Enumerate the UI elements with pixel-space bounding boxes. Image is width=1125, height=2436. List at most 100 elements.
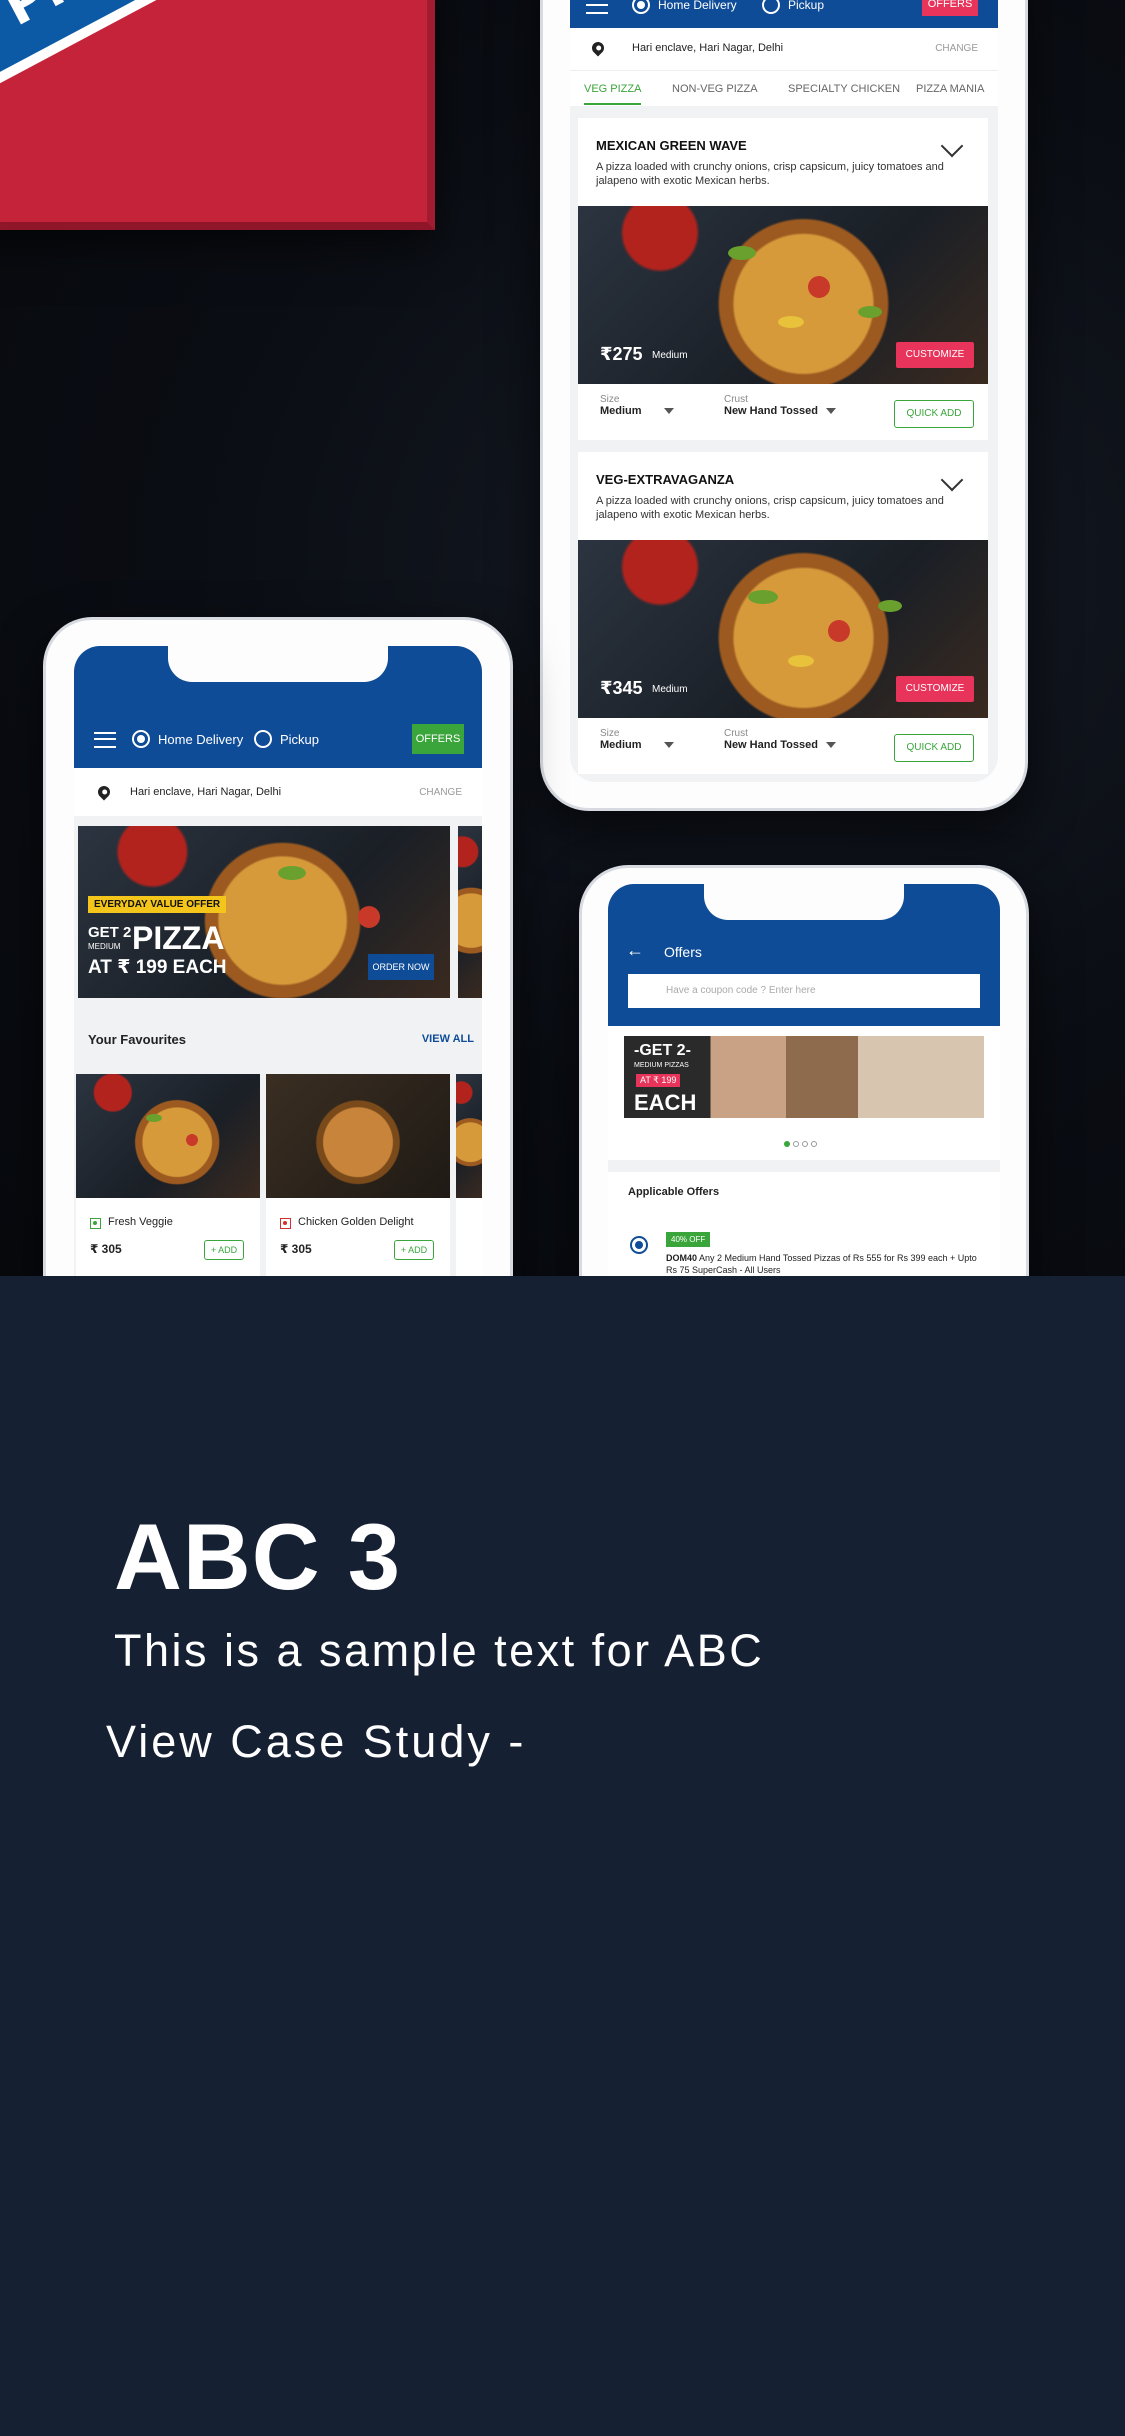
offer-radio[interactable] xyxy=(630,1236,648,1254)
menu-icon[interactable] xyxy=(586,0,608,14)
case-study-panel xyxy=(0,1276,1125,2436)
offer-tag: 40% OFF xyxy=(666,1232,711,1247)
address-bar: Hari enclave, Hari Nagar, Delhi CHANGE xyxy=(570,28,998,70)
phone-notch xyxy=(168,646,388,682)
app-header: Home Delivery Pickup OFFERS xyxy=(570,0,998,28)
product-image: ₹275 Medium CUSTOMIZE xyxy=(578,206,988,384)
pickup-radio[interactable] xyxy=(254,730,272,748)
change-address-link[interactable]: CHANGE xyxy=(935,43,978,54)
product-description: A pizza loaded with crunchy onions, cris… xyxy=(596,495,944,521)
project-subtitle: This is a sample text for ABC xyxy=(114,1625,765,1676)
pickup-radio[interactable] xyxy=(762,0,780,14)
product-name: MEXICAN GREEN WAVE xyxy=(596,138,747,153)
veg-indicator-icon xyxy=(90,1218,101,1229)
offers-button[interactable]: OFFERS xyxy=(922,0,978,16)
product-name: VEG-EXTRAVAGANZA xyxy=(596,472,735,487)
banner-line4: EACH xyxy=(634,1090,697,1115)
size-select[interactable]: Size Medium xyxy=(600,728,674,751)
change-address-link[interactable]: CHANGE xyxy=(419,787,462,798)
product-image: ₹345 Medium CUSTOMIZE xyxy=(578,540,988,718)
banner-line2: MEDIUM PIZZAS xyxy=(634,1062,689,1069)
favorite-heart-icon[interactable] xyxy=(940,134,964,158)
offers-carousel: -GET 2- MEDIUM PIZZAS AT ₹ 199 EACH xyxy=(608,1026,1000,1160)
crust-select[interactable]: Crust New Hand Tossed xyxy=(724,728,836,751)
carousel-dot-active[interactable] xyxy=(784,1141,790,1147)
project-title: ABC 3 xyxy=(114,1504,402,1609)
banner-tag: EVERYDAY VALUE OFFER xyxy=(88,896,227,913)
brand-logo: Pizz xyxy=(0,0,180,96)
favourites-title: Your Favourites xyxy=(88,1032,187,1047)
size-label: Size xyxy=(600,394,620,405)
favourite-item-next[interactable] xyxy=(456,1074,482,1276)
home-delivery-radio[interactable] xyxy=(132,730,150,748)
add-button[interactable]: + ADD xyxy=(394,1240,434,1260)
item-price: ₹ 305 xyxy=(280,1242,312,1256)
item-image xyxy=(266,1074,450,1198)
chevron-down-icon xyxy=(825,742,836,749)
section-title: Applicable Offers xyxy=(628,1186,720,1198)
home-delivery-label: Home Delivery xyxy=(158,732,244,747)
coupon-banner[interactable]: -GET 2- MEDIUM PIZZAS AT ₹ 199 EACH xyxy=(624,1036,984,1118)
item-name: Chicken Golden Delight xyxy=(298,1216,414,1228)
non-veg-indicator-icon xyxy=(280,1218,291,1229)
quick-add-button[interactable]: QUICK ADD xyxy=(894,734,974,762)
product-price: ₹345 xyxy=(600,678,643,698)
back-arrow-icon[interactable]: ← xyxy=(626,940,644,961)
home-delivery-radio[interactable] xyxy=(632,0,650,14)
applicable-offers: Applicable Offers 40% OFF DOM40 Any 2 Me… xyxy=(608,1172,1000,1276)
add-button[interactable]: + ADD xyxy=(204,1240,244,1260)
category-tabs: VEG PIZZA NON-VEG PIZZA SPECIALTY CHICKE… xyxy=(570,70,998,106)
brand-logo-text: Pizz xyxy=(0,0,130,38)
chevron-down-icon xyxy=(663,742,674,749)
customize-button[interactable]: CUSTOMIZE xyxy=(896,676,974,702)
offer-banner[interactable]: EVERYDAY VALUE OFFER GET 2 MEDIUM PIZZA … xyxy=(78,826,450,998)
address-text: Hari enclave, Hari Nagar, Delhi xyxy=(632,42,784,54)
phone-home: Home Delivery Pickup OFFERS Hari enclave… xyxy=(46,620,510,1276)
customize-button[interactable]: CUSTOMIZE xyxy=(896,342,974,368)
view-all-link[interactable]: VIEW ALL xyxy=(422,1033,474,1045)
crust-select[interactable]: Crust New Hand Tossed xyxy=(724,394,836,417)
showcase: Pizz Home Delivery Pickup OFFERS Hari en… xyxy=(0,0,1125,2436)
crust-value: New Hand Tossed xyxy=(724,405,818,417)
offer-code: DOM40 xyxy=(666,1253,698,1263)
item-image xyxy=(76,1074,260,1198)
address-text: Hari enclave, Hari Nagar, Delhi xyxy=(130,786,282,798)
product-card: MEXICAN GREEN WAVE A pizza loaded with c… xyxy=(578,118,988,440)
carousel-dot[interactable] xyxy=(793,1141,799,1147)
favourite-item[interactable]: Chicken Golden Delight ₹ 305 + ADD xyxy=(266,1074,450,1276)
banner-line1b: MEDIUM xyxy=(88,942,121,951)
tab-pizza-mania[interactable]: PIZZA MANIA xyxy=(916,83,984,95)
product-size-tag: Medium xyxy=(652,350,688,361)
offers-button[interactable]: OFFERS xyxy=(412,724,464,754)
product-card: VEG-EXTRAVAGANZA A pizza loaded with cru… xyxy=(578,452,988,774)
home-delivery-label: Home Delivery xyxy=(658,0,737,12)
pizza-box: Pizz xyxy=(0,0,435,230)
order-now-button[interactable]: ORDER NOW xyxy=(368,954,434,980)
chevron-down-icon xyxy=(663,408,674,415)
banner-line3: AT ₹ 199 xyxy=(636,1074,681,1087)
banner-line2: AT ₹ 199 EACH xyxy=(88,957,227,978)
pickup-label: Pickup xyxy=(788,0,825,12)
quick-add-button[interactable]: QUICK ADD xyxy=(894,400,974,428)
location-pin-icon xyxy=(95,783,113,801)
menu-icon[interactable] xyxy=(94,732,116,748)
tab-non-veg-pizza[interactable]: NON-VEG PIZZA xyxy=(672,83,758,95)
favorite-heart-icon[interactable] xyxy=(940,468,964,492)
carousel-dot[interactable] xyxy=(811,1141,817,1147)
product-description: A pizza loaded with crunchy onions, cris… xyxy=(596,161,944,187)
view-case-study-link[interactable]: View Case Study - xyxy=(106,1716,526,1768)
crust-label: Crust xyxy=(724,728,748,739)
product-size-tag: Medium xyxy=(652,684,688,695)
size-label: Size xyxy=(600,728,620,739)
item-name: Fresh Veggie xyxy=(108,1216,173,1228)
tab-veg-pizza[interactable]: VEG PIZZA xyxy=(584,83,642,105)
size-select[interactable]: Size Medium xyxy=(600,394,674,417)
coupon-input[interactable]: Have a coupon code ? Enter here xyxy=(628,974,980,1008)
tab-specialty-chicken[interactable]: SPECIALTY CHICKEN xyxy=(788,83,900,95)
carousel-dot[interactable] xyxy=(802,1141,808,1147)
size-value: Medium xyxy=(600,405,642,417)
offer-description: DOM40 Any 2 Medium Hand Tossed Pizzas of… xyxy=(666,1252,986,1276)
offer-banner-next[interactable] xyxy=(458,826,482,998)
favourite-item[interactable]: Fresh Veggie ₹ 305 + ADD xyxy=(76,1074,260,1276)
offer-text: Any 2 Medium Hand Tossed Pizzas of Rs 55… xyxy=(666,1253,977,1275)
